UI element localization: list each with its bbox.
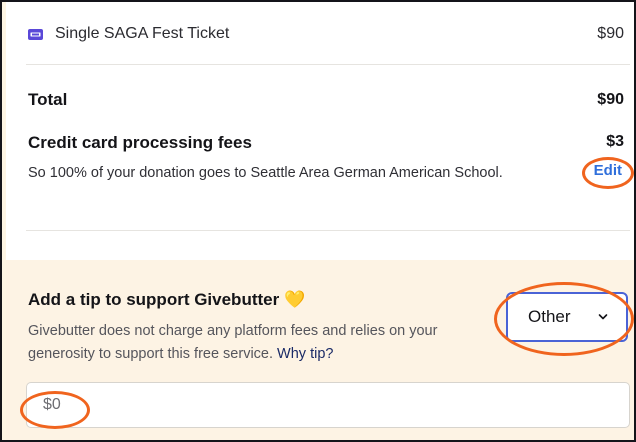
divider: [26, 230, 630, 231]
tip-title: Add a tip to support Givebutter 💛: [28, 290, 305, 310]
tip-select-value: Other: [528, 307, 571, 326]
order-summary-card: Single SAGA Fest Ticket $90 Total $90 Cr…: [6, 2, 634, 440]
fee-title: Credit card processing fees: [28, 133, 252, 152]
ticket-line-item: Single SAGA Fest Ticket $90: [28, 20, 624, 48]
ticket-line-left: Single SAGA Fest Ticket: [28, 25, 229, 43]
ticket-price: $90: [597, 25, 624, 42]
tip-section: Add a tip to support Givebutter 💛 Givebu…: [6, 260, 634, 440]
tip-description: Givebutter does not charge any platform …: [28, 320, 498, 366]
fee-description: So 100% of your donation goes to Seattle…: [28, 165, 503, 181]
edit-fees-link[interactable]: Edit: [594, 162, 622, 179]
checkout-page: Single SAGA Fest Ticket $90 Total $90 Cr…: [0, 0, 636, 442]
fee-amount: $3: [606, 133, 624, 150]
tip-description-text: Givebutter does not charge any platform …: [28, 323, 438, 362]
chevron-down-icon: [598, 314, 608, 320]
tip-amount-input[interactable]: [26, 382, 630, 428]
ticket-name: Single SAGA Fest Ticket: [55, 25, 230, 42]
total-row: Total $90: [28, 88, 624, 112]
total-label: Total: [28, 90, 68, 109]
total-value: $90: [597, 91, 624, 108]
heart-icon: 💛: [283, 290, 306, 309]
why-tip-link[interactable]: Why tip?: [277, 346, 333, 362]
divider: [26, 64, 630, 65]
tip-amount-select[interactable]: Other: [506, 292, 628, 342]
tip-title-text: Add a tip to support Givebutter: [28, 290, 280, 309]
ticket-icon: [28, 28, 43, 40]
